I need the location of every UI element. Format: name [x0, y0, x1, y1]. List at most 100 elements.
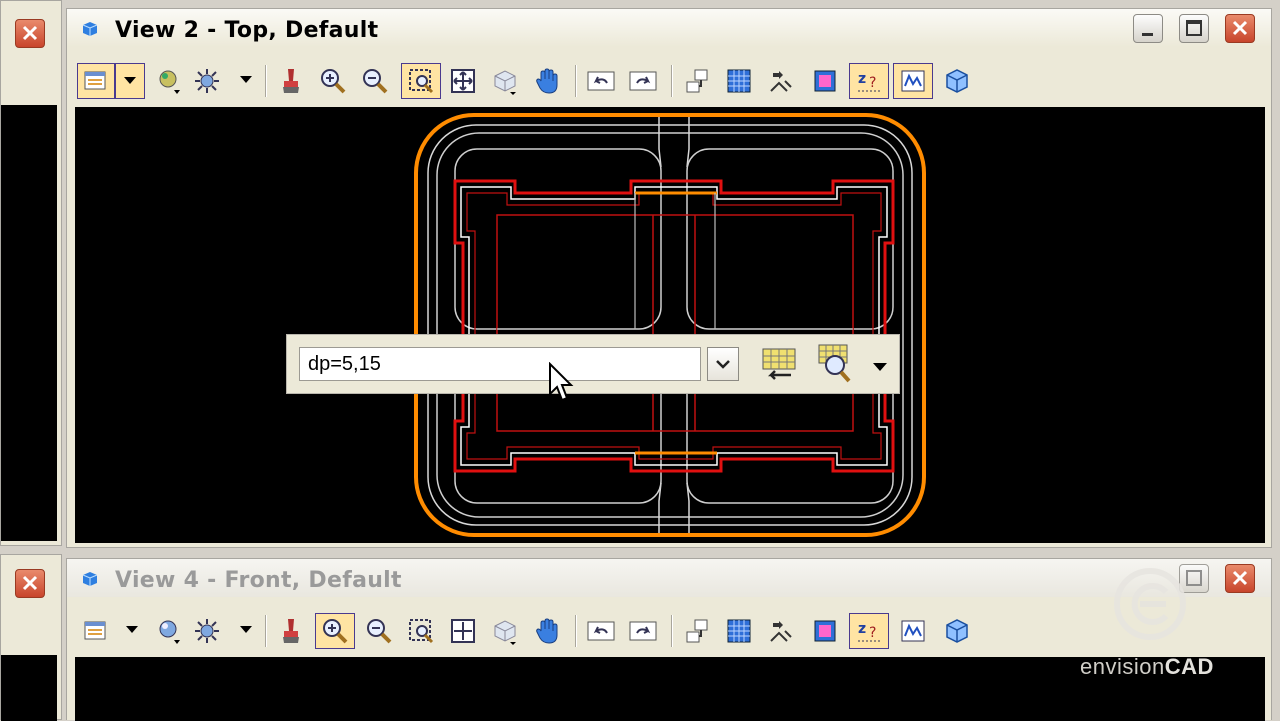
- view4-toolbar: z?: [73, 609, 1265, 653]
- keyin-input[interactable]: [299, 347, 701, 381]
- chevron-down-icon: [124, 77, 136, 84]
- cube-3d-icon: [946, 619, 968, 643]
- envisioncad-logo-text: envisionCAD: [1080, 654, 1214, 680]
- brush-update-icon: [283, 69, 299, 93]
- clip-mask-button[interactable]: [893, 63, 933, 99]
- view4-title: View 4 - Front, Default: [115, 568, 402, 593]
- clip-volume-button[interactable]: [807, 63, 843, 99]
- lighting-dropdown[interactable]: [239, 623, 253, 637]
- view2-close-button[interactable]: [1225, 14, 1255, 43]
- view-attributes-icon: [84, 621, 106, 640]
- update-view-button[interactable]: [273, 63, 309, 99]
- copy-view-button[interactable]: [679, 63, 715, 99]
- view-previous-icon: [587, 621, 615, 641]
- view2-titlebar[interactable]: View 2 - Top, Default: [67, 9, 1271, 47]
- pan-view-button[interactable]: [529, 613, 565, 649]
- left-close-button[interactable]: [15, 19, 45, 48]
- depth-button[interactable]: z?: [849, 63, 889, 99]
- left-bottom-canvas[interactable]: [1, 655, 57, 721]
- rotate-view-icon: [494, 620, 516, 645]
- keyin-dialog: [286, 334, 900, 394]
- zoom-in-icon: [321, 69, 346, 94]
- keyin-options-dropdown[interactable]: [873, 357, 889, 371]
- view2-maximize-button[interactable]: [1179, 14, 1209, 43]
- chevron-down-icon: [240, 626, 252, 633]
- view4-close-button[interactable]: [1225, 564, 1255, 593]
- toolbar-separator: [575, 65, 577, 97]
- left-bottom-view-window: [0, 554, 62, 721]
- display-style-button[interactable]: [151, 613, 187, 649]
- view-next-icon: [629, 71, 657, 91]
- lighting-button[interactable]: [189, 63, 225, 99]
- view4-titlebar[interactable]: View 4 - Front, Default: [67, 559, 1271, 597]
- depth-button[interactable]: z?: [849, 613, 889, 649]
- view-attributes-dropdown[interactable]: [115, 63, 145, 99]
- keyin-search-icon: [818, 344, 851, 383]
- view-previous-icon: [587, 71, 615, 91]
- window-area-button[interactable]: [403, 613, 439, 649]
- cube-3d-button[interactable]: [939, 613, 975, 649]
- view-attributes-button[interactable]: [77, 613, 115, 649]
- camera-button[interactable]: [763, 63, 799, 99]
- lighting-sun-icon: [195, 619, 219, 643]
- logo-text-envision: envision: [1080, 654, 1165, 679]
- clip-volume-icon: [814, 620, 836, 642]
- zoom-out-button[interactable]: [361, 613, 397, 649]
- clip-mask-icon: [901, 620, 925, 642]
- view-next-icon: [629, 621, 657, 641]
- depth-icon: z?: [858, 621, 880, 642]
- view-attributes-button[interactable]: [77, 63, 115, 99]
- display-style-button[interactable]: [151, 63, 187, 99]
- grid-icon: [727, 619, 751, 643]
- window-area-icon: [409, 69, 434, 94]
- grid-button[interactable]: [721, 613, 757, 649]
- lighting-button[interactable]: [189, 613, 225, 649]
- view-next-button[interactable]: [625, 63, 661, 99]
- keyin-search-button[interactable]: [813, 341, 857, 387]
- left-bottom-close-button[interactable]: [15, 569, 45, 598]
- fit-view-button[interactable]: [445, 63, 481, 99]
- zoom-in-button[interactable]: [315, 63, 351, 99]
- toolbar-separator: [265, 615, 267, 647]
- rotate-view-button[interactable]: [487, 613, 523, 649]
- clip-mask-icon: [901, 70, 925, 92]
- grid-button[interactable]: [721, 63, 757, 99]
- view-attributes-dropdown[interactable]: [125, 623, 139, 637]
- update-view-button[interactable]: [273, 613, 309, 649]
- svg-text:?: ?: [869, 625, 876, 641]
- toolbar-separator: [671, 615, 673, 647]
- keyin-browse-icon: [762, 348, 796, 380]
- left-view-window: [0, 0, 62, 546]
- left-view-canvas[interactable]: [1, 105, 57, 541]
- clip-mask-button[interactable]: [895, 613, 931, 649]
- rotate-view-button[interactable]: [487, 63, 523, 99]
- zoom-out-button[interactable]: [357, 63, 393, 99]
- copy-view-button[interactable]: [679, 613, 715, 649]
- clip-volume-button[interactable]: [807, 613, 843, 649]
- clip-volume-icon: [814, 70, 836, 92]
- lighting-dropdown[interactable]: [239, 73, 253, 87]
- pan-view-button[interactable]: [529, 63, 565, 99]
- svg-text:?: ?: [869, 75, 876, 91]
- logo-text-cad: CAD: [1164, 654, 1214, 679]
- cube-3d-button[interactable]: [939, 63, 975, 99]
- display-style-icon: [159, 620, 180, 644]
- fit-view-button[interactable]: [445, 613, 481, 649]
- window-area-icon: [409, 619, 434, 644]
- zoom-in-button[interactable]: [315, 613, 355, 649]
- keyin-apply-button[interactable]: [757, 345, 801, 385]
- camera-button[interactable]: [763, 613, 799, 649]
- toolbar-separator: [575, 615, 577, 647]
- view-previous-button[interactable]: [583, 613, 619, 649]
- view-previous-button[interactable]: [583, 63, 619, 99]
- cube-3d-icon: [946, 69, 968, 93]
- view2-canvas[interactable]: [75, 107, 1265, 543]
- view2-minimize-button[interactable]: [1133, 14, 1163, 43]
- view-next-button[interactable]: [625, 613, 661, 649]
- toolbar-separator: [265, 65, 267, 97]
- rotate-view-icon: [494, 70, 516, 95]
- window-area-button[interactable]: [401, 63, 441, 99]
- keyin-history-dropdown[interactable]: [707, 347, 739, 381]
- depth-icon: z?: [858, 71, 880, 92]
- grid-icon: [727, 69, 751, 93]
